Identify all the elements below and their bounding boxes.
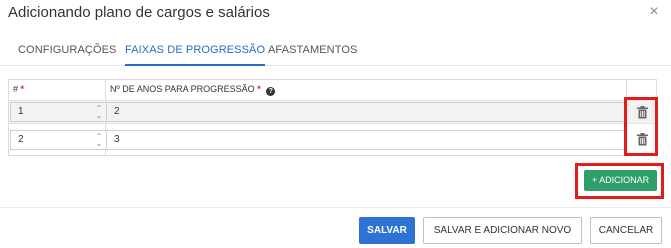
close-button[interactable]: ×	[645, 3, 663, 21]
cancel-button[interactable]: CANCELAR	[590, 217, 662, 244]
years-value: 3	[114, 134, 120, 145]
stepper-down-icon[interactable]: ⌄	[95, 140, 103, 148]
header-divider	[9, 100, 656, 101]
row-divider	[9, 123, 656, 124]
required-marker: *	[257, 84, 261, 94]
stepper-arrows[interactable]: ⌃ ⌄	[95, 133, 103, 149]
footer-divider	[0, 207, 671, 208]
plus-icon: +	[591, 175, 598, 185]
row-index-stepper[interactable]: 1 ⌃ ⌄	[10, 102, 108, 122]
required-marker: *	[20, 84, 25, 94]
years-value: 2	[114, 106, 120, 117]
years-input[interactable]: 3	[106, 130, 625, 150]
tab-configuracoes[interactable]: CONFIGURAÇÕES	[18, 36, 116, 66]
progression-table: # * Nº DE ANOS PARA PROGRESSÃO * ? 1 ⌃ ⌄…	[8, 79, 657, 156]
row-index-value: 1	[18, 106, 24, 117]
row-index-stepper[interactable]: 2 ⌃ ⌄	[10, 130, 108, 150]
save-and-add-new-button[interactable]: SALVAR E ADICIONAR NOVO	[423, 217, 582, 244]
highlight-box-delete-column	[624, 97, 658, 156]
dialog-title: Adicionando plano de cargos e salários	[8, 4, 270, 21]
add-button-label: ADICIONAR	[599, 175, 650, 185]
question-circle-icon[interactable]: ?	[266, 87, 276, 96]
column-header-index-label: #	[13, 84, 19, 94]
years-input[interactable]: 2	[106, 102, 625, 122]
tab-afastamentos[interactable]: AFASTAMENTOS	[268, 36, 357, 66]
add-button[interactable]: + ADICIONAR	[584, 170, 657, 191]
row-index-value: 2	[18, 134, 24, 145]
tab-faixas-de-progressao[interactable]: FAIXAS DE PROGRESSÃO	[125, 36, 266, 66]
save-button[interactable]: SALVAR	[359, 217, 415, 244]
column-header-index: # *	[13, 83, 24, 95]
close-icon[interactable]: ×	[649, 3, 658, 20]
tab-bar: CONFIGURAÇÕES FAIXAS DE PROGRESSÃO AFAST…	[0, 36, 671, 66]
stepper-down-icon[interactable]: ⌄	[95, 112, 103, 120]
stepper-arrows[interactable]: ⌃ ⌄	[95, 105, 103, 121]
column-header-years: Nº DE ANOS PARA PROGRESSÃO * ?	[110, 83, 276, 96]
column-header-years-label: Nº DE ANOS PARA PROGRESSÃO	[110, 84, 255, 94]
